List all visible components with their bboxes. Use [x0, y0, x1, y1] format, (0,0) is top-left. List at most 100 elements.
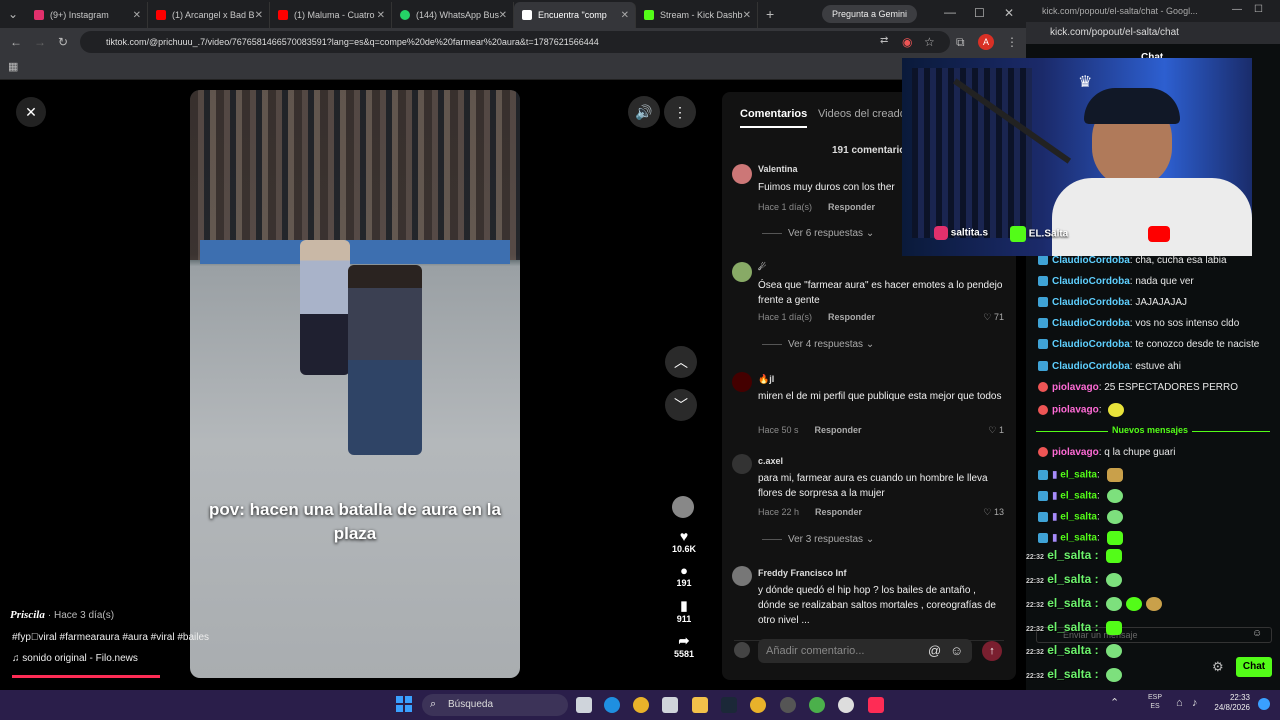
chat-message: ▮ el_salta:	[1038, 468, 1123, 482]
like-action[interactable]: ♥ 10.6K	[666, 528, 702, 554]
task-view-icon[interactable]	[576, 697, 592, 713]
edge-icon[interactable]	[604, 697, 620, 713]
close-icon[interactable]: ✕	[377, 10, 385, 21]
store-icon[interactable]	[662, 697, 678, 713]
app-icon[interactable]	[780, 697, 796, 713]
gemini-button[interactable]: Pregunta a Gemini	[822, 5, 918, 23]
close-icon[interactable]: ✕	[133, 10, 141, 21]
back-icon[interactable]: ←	[10, 36, 22, 48]
volume-icon[interactable]: ♪	[1192, 698, 1198, 709]
tab-youtube-2[interactable]: (1) Maluma - Cuatro ✕	[270, 2, 392, 28]
reply-button[interactable]: Responder	[815, 507, 862, 517]
view-replies-button[interactable]: Ver 3 respuestas ⌄	[762, 534, 874, 545]
chat-send-button[interactable]: Chat	[1236, 657, 1272, 677]
avatar[interactable]	[732, 454, 752, 474]
tab-tiktok[interactable]: Encuentra "comp ✕	[514, 2, 636, 28]
chat-message: ▮ el_salta:	[1038, 510, 1123, 524]
close-icon[interactable]: ✕	[743, 10, 751, 21]
next-video-button[interactable]: ﹀	[665, 389, 697, 421]
tab-kick[interactable]: Stream - Kick Dashb ✕	[636, 2, 758, 28]
whatsapp-icon	[400, 10, 410, 20]
reload-icon[interactable]: ↻	[58, 36, 68, 48]
comment-action[interactable]: ● 191	[666, 563, 702, 588]
kick-icon	[1010, 226, 1026, 242]
tiktok-icon[interactable]	[868, 697, 884, 713]
close-video-button[interactable]: ✕	[16, 97, 46, 127]
comment-like[interactable]: ♡ 71	[983, 312, 1004, 323]
video-sound[interactable]: ♫ sonido original - Filo.news	[12, 653, 138, 664]
maximize-icon[interactable]: ☐	[974, 7, 985, 19]
obs-icon[interactable]	[838, 697, 854, 713]
apps-grid-icon[interactable]: ▦	[8, 62, 18, 73]
video-author[interactable]: Priscila · Hace 3 día(s)	[10, 609, 114, 621]
tab-creator-videos[interactable]: Videos del creado	[818, 108, 906, 120]
close-window-icon[interactable]: ✕	[1004, 7, 1014, 19]
avatar[interactable]	[732, 372, 752, 392]
avatar[interactable]	[732, 164, 752, 184]
network-icon[interactable]: ⌂	[1176, 698, 1183, 709]
forward-icon[interactable]: →	[34, 36, 46, 48]
share-action[interactable]: ➦ 5581	[666, 633, 702, 659]
avatar[interactable]	[732, 566, 752, 586]
close-icon[interactable]: ✕	[499, 10, 507, 21]
emoji-icon[interactable]: ☺	[1252, 629, 1262, 639]
save-action[interactable]: ▮ 911	[666, 598, 702, 624]
extension-icon[interactable]: ◉	[902, 36, 912, 48]
tab-whatsapp[interactable]: (144) WhatsApp Bus ✕	[392, 2, 514, 28]
minimize-icon[interactable]: —	[1232, 5, 1242, 15]
language-indicator[interactable]: ESP ES	[1148, 693, 1162, 711]
tab-search-icon[interactable]: ⌄	[8, 8, 18, 20]
address-bar[interactable]: tiktok.com/@prichuuu_.7/video/7676581466…	[80, 31, 950, 53]
start-menu-icon[interactable]	[396, 696, 412, 712]
mention-icon[interactable]: @	[928, 644, 941, 657]
view-replies-button[interactable]: Ver 6 respuestas ⌄	[762, 228, 874, 239]
menu-icon[interactable]: ⋮	[1006, 36, 1018, 48]
notification-icon[interactable]	[1258, 698, 1270, 710]
reply-button[interactable]: Responder	[815, 425, 862, 435]
steam-icon[interactable]	[721, 697, 737, 713]
arrow-up-icon: ↑	[989, 645, 995, 657]
kick-logo-icon: ♛	[1078, 74, 1093, 91]
maximize-icon[interactable]: ☐	[1254, 5, 1263, 15]
comment-like[interactable]: ♡ 13	[983, 507, 1004, 518]
kick-address-bar[interactable]: kick.com/popout/el-salta/chat	[1026, 22, 1280, 44]
translate-icon[interactable]: ⇄	[880, 36, 888, 46]
speaker-icon: 🔊	[635, 103, 653, 120]
minimize-icon[interactable]: —	[944, 6, 956, 18]
comment-like[interactable]: ♡ 1	[988, 425, 1004, 436]
settings-gear-icon[interactable]: ⚙	[1212, 660, 1224, 673]
close-icon[interactable]: ✕	[255, 10, 263, 21]
chrome-icon[interactable]	[750, 697, 766, 713]
new-tab-icon[interactable]: +	[766, 7, 774, 21]
emote-icon	[1145, 596, 1162, 611]
more-options-button[interactable]: ⋮	[664, 96, 696, 128]
volume-button[interactable]: 🔊	[628, 96, 660, 128]
emoji-icon[interactable]: ☺	[950, 644, 963, 657]
chevron-down-icon: ﹀	[674, 397, 688, 413]
video-tags[interactable]: #fyp゚viral #farmearaura #aura #viral #ba…	[12, 632, 209, 643]
reply-button[interactable]: Responder	[828, 202, 875, 212]
file-explorer-icon[interactable]	[692, 697, 708, 713]
creator-avatar[interactable]	[672, 496, 694, 518]
chrome-icon[interactable]	[809, 697, 825, 713]
reply-button[interactable]: Responder	[828, 312, 875, 322]
video-player[interactable]: pov: hacen una batalla de aura en la pla…	[190, 90, 520, 678]
close-icon[interactable]: ✕	[621, 10, 629, 21]
extensions-icon[interactable]: ⧉	[956, 36, 965, 48]
view-replies-button[interactable]: Ver 4 respuestas ⌄	[762, 339, 874, 350]
clock[interactable]: 22:33 24/8/2026	[1210, 693, 1250, 713]
tab-instagram[interactable]: (9+) Instagram ✕	[26, 2, 148, 28]
music-icon: ♫	[12, 653, 20, 664]
tray-chevron-icon[interactable]: ⌃	[1110, 698, 1119, 709]
bookmark-star-icon[interactable]: ☆	[924, 36, 935, 48]
video-progress[interactable]	[12, 675, 160, 678]
chrome-icon[interactable]	[633, 697, 649, 713]
taskbar-search[interactable]: Búsqueda	[422, 694, 568, 716]
subscriber-badge	[1038, 318, 1048, 329]
tab-comments[interactable]: Comentarios	[740, 108, 808, 128]
avatar[interactable]	[732, 262, 752, 282]
profile-avatar[interactable]: A	[978, 34, 994, 50]
tab-youtube-1[interactable]: (1) Arcangel x Bad B ✕	[148, 2, 270, 28]
send-comment-button[interactable]: ↑	[982, 641, 1002, 661]
previous-video-button[interactable]: ︿	[665, 346, 697, 378]
